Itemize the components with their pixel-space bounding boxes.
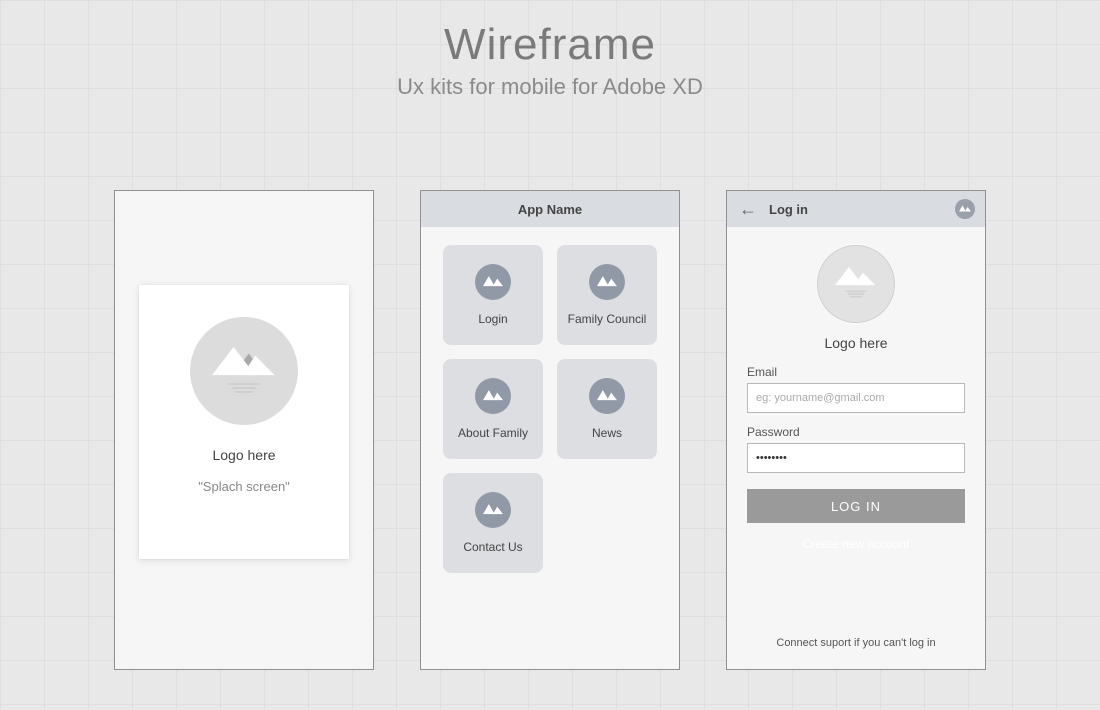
password-label: Password — [747, 425, 965, 439]
appbar-title: Log in — [769, 202, 808, 217]
login-body: Logo here Email Password LOG IN Create n… — [727, 227, 985, 551]
tile-label: Login — [478, 312, 507, 326]
login-button[interactable]: LOG IN — [747, 489, 965, 523]
avatar-icon[interactable] — [955, 199, 975, 219]
login-logo-label: Logo here — [824, 335, 887, 351]
mountains-icon — [589, 378, 625, 414]
tile-contact-us[interactable]: Contact Us — [443, 473, 543, 573]
tile-label: Contact Us — [463, 540, 522, 554]
splash-screen: Logo here "Splach screen" — [114, 190, 374, 670]
back-arrow-icon[interactable]: ← — [739, 200, 757, 218]
tile-label: About Family — [458, 426, 528, 440]
water-lines-icon — [229, 381, 259, 395]
splash-card: Logo here "Splach screen" — [139, 285, 349, 559]
mountains-icon — [212, 347, 277, 379]
page-title: Wireframe — [0, 0, 1100, 70]
tile-login[interactable]: Login — [443, 245, 543, 345]
logo-placeholder-icon — [817, 245, 895, 323]
water-lines-icon — [846, 290, 867, 300]
menu-screen: App Name Login Family Council About Fami… — [420, 190, 680, 670]
tile-about-family[interactable]: About Family — [443, 359, 543, 459]
appbar: App Name — [421, 191, 679, 227]
appbar: ← Log in — [727, 191, 985, 227]
screens-row: Logo here "Splach screen" App Name Login… — [0, 190, 1100, 670]
splash-subtitle: "Splach screen" — [198, 479, 290, 494]
email-input[interactable] — [747, 383, 965, 413]
mountains-icon — [589, 264, 625, 300]
support-text: Connect suport if you can't log in — [727, 637, 985, 649]
password-input[interactable] — [747, 443, 965, 473]
page-subtitle: Ux kits for mobile for Adobe XD — [0, 74, 1100, 100]
login-screen: ← Log in Logo here Email Pa — [726, 190, 986, 670]
appbar-title: App Name — [518, 202, 582, 217]
splash-logo-label: Logo here — [212, 447, 275, 463]
mountains-icon — [835, 267, 877, 288]
tile-news[interactable]: News — [557, 359, 657, 459]
mountains-icon — [475, 264, 511, 300]
tile-family-council[interactable]: Family Council — [557, 245, 657, 345]
logo-placeholder-icon — [190, 317, 298, 425]
tile-label: Family Council — [568, 312, 647, 326]
tile-grid: Login Family Council About Family News — [421, 227, 679, 591]
mountains-icon — [475, 492, 511, 528]
email-label: Email — [747, 365, 965, 379]
create-account-link[interactable]: Create new account — [747, 537, 965, 551]
login-form: Email Password LOG IN Create new account — [747, 365, 965, 551]
mountains-icon — [475, 378, 511, 414]
tile-label: News — [592, 426, 622, 440]
